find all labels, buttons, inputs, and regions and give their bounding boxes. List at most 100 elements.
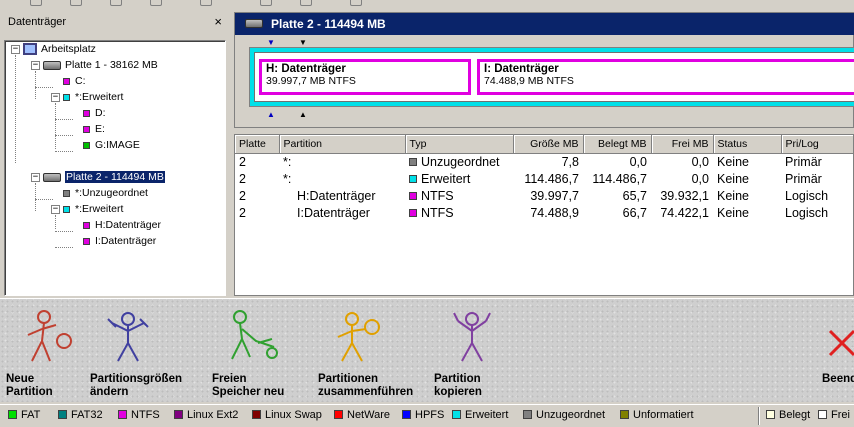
- cell-partition: *:: [283, 171, 292, 186]
- tree-connector: [55, 215, 56, 229]
- toolbar-new-icon[interactable]: [30, 0, 42, 6]
- disk-map-header: Platte 2 - 114494 MB: [235, 13, 854, 35]
- table-header: Platte Partition Typ Größe MB Belegt MB …: [235, 135, 853, 154]
- tree-item-partition-c[interactable]: C:: [63, 73, 86, 89]
- cell-belegt: 114.486,7: [592, 171, 647, 186]
- tree-connector: [55, 151, 73, 152]
- partition-block-h[interactable]: H: Datenträger 39.997,7 MB NTFS: [259, 59, 471, 95]
- close-icon[interactable]: ×: [214, 14, 222, 30]
- column-header-typ[interactable]: Typ: [405, 135, 514, 154]
- legend-item-free: Frei: [818, 405, 850, 426]
- tree-item-extended-1[interactable]: *:Erweitert: [63, 89, 123, 105]
- cell-frei: 0,0: [691, 154, 709, 169]
- column-header-belegt[interactable]: Belegt MB: [583, 135, 652, 154]
- cell-typ: Unzugeordnet: [405, 153, 513, 170]
- tree-item-disk-1[interactable]: Platte 1 - 38162 MB: [43, 57, 158, 73]
- cell-platte: 2: [239, 154, 246, 169]
- tree-item-arbeitsplatz[interactable]: Arbeitsplatz: [23, 41, 96, 57]
- column-header-frei[interactable]: Frei MB: [651, 135, 714, 154]
- copy-partition-button[interactable]: Partition kopieren: [434, 307, 554, 398]
- unallocated-swatch-icon: [63, 189, 70, 197]
- merge-partitions-button[interactable]: Partitionen zusammenführen: [318, 307, 438, 398]
- tree-item-unallocated[interactable]: *:Unzugeordnet: [63, 185, 148, 201]
- tree-item-partition-g[interactable]: G:IMAGE: [83, 137, 140, 153]
- disk-tree[interactable]: − Arbeitsplatz − Platte 1 - 38162 MB C: …: [4, 40, 226, 296]
- tree-connector: [55, 103, 56, 149]
- cell-prilog: Logisch: [785, 205, 829, 220]
- unformatted-swatch-icon: [620, 409, 629, 419]
- tree-item-partition-h[interactable]: H:Datenträger: [83, 217, 161, 233]
- toolbar-cut-icon[interactable]: [70, 0, 82, 6]
- table-row[interactable]: 2 I:Datenträger NTFS 74.488,9 66,7 74.42…: [235, 204, 853, 221]
- cell-frei: 0,0: [691, 171, 709, 186]
- partition-block-i[interactable]: I: Datenträger 74.488,9 MB NTFS: [477, 59, 854, 95]
- hard-disk-icon: [43, 60, 61, 70]
- collapse-toggle[interactable]: −: [51, 205, 60, 214]
- table-row[interactable]: 2 H:Datenträger NTFS 39.997,7 65,7 39.93…: [235, 187, 853, 204]
- used-swatch-icon: [766, 409, 775, 419]
- column-header-partition[interactable]: Partition: [279, 135, 406, 154]
- legend-divider: [758, 407, 760, 425]
- legend-item-used: Belegt: [766, 405, 810, 426]
- cell-status: Keine: [717, 154, 749, 169]
- collapse-toggle[interactable]: −: [11, 45, 20, 54]
- tree-item-partition-d[interactable]: D:: [83, 105, 106, 121]
- column-header-platte[interactable]: Platte: [235, 135, 280, 154]
- exit-icon: [828, 329, 854, 357]
- cell-groesse: 39.997,7: [530, 188, 579, 203]
- tree-connector: [55, 135, 73, 136]
- collapse-toggle[interactable]: −: [31, 61, 40, 70]
- ntfs-swatch-icon: [409, 209, 417, 218]
- legend-item-linux-swap: Linux Swap: [252, 405, 322, 426]
- actions-panel: Neue Partition Partitionsgrößen ändern F…: [0, 298, 854, 402]
- cell-status: Keine: [717, 188, 749, 203]
- ntfs-swatch-icon: [83, 125, 90, 133]
- cell-groesse: 114.486,7: [524, 171, 579, 186]
- toolbar-discard-icon[interactable]: [300, 0, 312, 6]
- ntfs-swatch-icon: [118, 409, 127, 419]
- toolbar-copy-icon[interactable]: [110, 0, 122, 6]
- redistribute-space-button[interactable]: Freien Speicher neu: [212, 307, 332, 398]
- tree-connector: [55, 231, 73, 232]
- toolbar: [0, 0, 854, 10]
- cell-platte: 2: [239, 171, 246, 186]
- column-header-prilog[interactable]: Pri/Log: [781, 135, 853, 154]
- legend-item-unallocated: Unzugeordnet: [523, 405, 605, 426]
- hard-disk-icon: [43, 172, 61, 182]
- ntfs-swatch-icon: [83, 109, 90, 117]
- column-header-groesse[interactable]: Größe MB: [513, 135, 584, 154]
- table-row[interactable]: 2 *: Erweitert 114.486,7 114.486,7 0,0 K…: [235, 170, 853, 187]
- partition-block-name: H: Datenträger: [266, 63, 346, 75]
- free-swatch-icon: [818, 409, 827, 419]
- copy-partition-icon: [453, 312, 491, 362]
- collapse-toggle[interactable]: −: [51, 93, 60, 102]
- extended-swatch-icon: [63, 205, 70, 213]
- tree-connector: [35, 199, 53, 200]
- partition-block-info: 39.997,7 MB NTFS: [266, 75, 356, 87]
- toolbar-undo-icon[interactable]: [150, 0, 162, 6]
- merge-partitions-icon: [337, 312, 380, 362]
- column-header-status[interactable]: Status: [713, 135, 782, 154]
- cell-belegt: 65,7: [622, 188, 647, 203]
- table-row[interactable]: 2 *: Unzugeordnet 7,8 0,0 0,0 Keine Prim…: [235, 153, 853, 170]
- toolbar-apply-icon[interactable]: [260, 0, 272, 6]
- tree-pane: Datenträger × − Arbeitsplatz − Platte 1 …: [0, 12, 228, 296]
- cell-frei: 74.422,1: [660, 205, 709, 220]
- ntfs-swatch-icon: [63, 77, 70, 85]
- resize-partition-button[interactable]: Partitionsgrößen ändern: [90, 307, 210, 398]
- legend-bar: FAT FAT32 NTFS Linux Ext2 Linux Swap Net…: [0, 404, 854, 427]
- cell-platte: 2: [239, 205, 246, 220]
- tree-connector: [15, 55, 16, 163]
- cell-prilog: Logisch: [785, 188, 829, 203]
- toolbar-help-icon[interactable]: [350, 0, 362, 6]
- exit-button[interactable]: Beenden: [796, 307, 854, 397]
- extended-swatch-icon: [452, 409, 461, 419]
- cell-prilog: Primär: [785, 171, 822, 186]
- toolbar-info-icon[interactable]: [200, 0, 212, 6]
- tree-item-disk-2[interactable]: Platte 2 - 114494 MB: [43, 169, 165, 185]
- tree-item-extended-2[interactable]: *:Erweitert: [63, 201, 123, 217]
- tree-item-partition-i[interactable]: I:Datenträger: [83, 233, 156, 249]
- collapse-toggle[interactable]: −: [31, 173, 40, 182]
- fat-swatch-icon: [83, 141, 90, 149]
- tree-item-partition-e[interactable]: E:: [83, 121, 105, 137]
